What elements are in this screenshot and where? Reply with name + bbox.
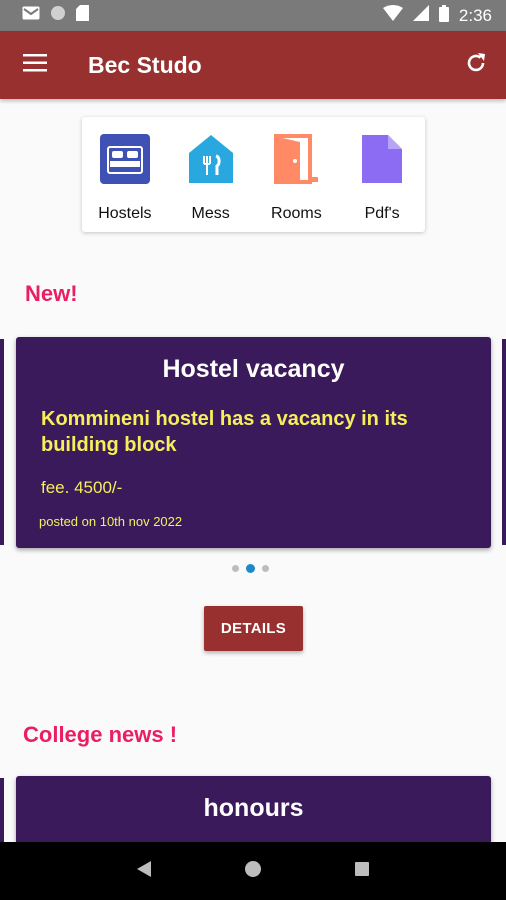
bed-icon	[99, 133, 151, 185]
back-icon	[137, 860, 151, 877]
battery-icon	[438, 4, 449, 27]
college-news-title: College news !	[23, 722, 178, 747]
news-card[interactable]: Hostel vacancy Kommineni hostel has a va…	[16, 337, 491, 548]
card-title: honours	[203, 794, 304, 822]
card-message: Kommineni hostel has a vacancy in its bu…	[41, 408, 408, 456]
circle-status-icon	[50, 5, 66, 26]
card-title: Hostel vacancy	[162, 355, 345, 383]
college-news-card[interactable]: honours	[16, 776, 491, 846]
refresh-button[interactable]	[446, 31, 506, 99]
details-button[interactable]: DETAILS	[204, 606, 303, 651]
gmail-icon	[22, 6, 40, 25]
carousel-dot[interactable]	[232, 565, 239, 572]
card-fee: fee. 4500/-	[41, 478, 123, 497]
previous-card-peek[interactable]	[0, 339, 4, 545]
category-rooms[interactable]: Rooms	[256, 133, 336, 232]
hamburger-menu-icon	[23, 53, 47, 77]
category-label: Hostels	[98, 205, 152, 222]
navigation-bar	[0, 842, 506, 900]
category-hostels[interactable]: Hostels	[85, 133, 165, 232]
recents-icon	[355, 861, 369, 876]
menu-button[interactable]	[0, 31, 70, 99]
category-mess[interactable]: Mess	[171, 133, 251, 232]
app-bar: Bec Studo	[0, 31, 506, 99]
carousel-dot-active[interactable]	[246, 564, 255, 573]
app-title: Bec Studo	[88, 51, 202, 78]
wifi-icon	[382, 5, 403, 26]
home-icon	[245, 860, 261, 877]
carousel-dot[interactable]	[262, 565, 269, 572]
recents-button[interactable]	[354, 861, 370, 882]
card-posted-date: posted on 10th nov 2022	[39, 514, 183, 529]
carousel-indicator	[232, 564, 269, 573]
next-card-peek[interactable]	[502, 339, 506, 545]
previous-card-peek[interactable]	[0, 778, 4, 842]
sd-card-icon	[76, 5, 89, 26]
category-label: Rooms	[271, 205, 322, 222]
back-button[interactable]	[136, 860, 152, 883]
refresh-icon	[464, 51, 488, 80]
document-icon	[356, 133, 408, 185]
status-bar: 2:36	[0, 0, 506, 31]
restaurant-icon	[185, 133, 237, 185]
category-pdfs[interactable]: Pdf's	[342, 133, 422, 232]
category-panel: Hostels Mess Rooms Pdf's	[82, 117, 425, 232]
status-time: 2:36	[458, 5, 492, 25]
new-section-title: New!	[25, 281, 78, 306]
home-button[interactable]	[244, 860, 262, 883]
category-label: Mess	[191, 205, 230, 222]
signal-icon	[412, 5, 429, 26]
category-label: Pdf's	[364, 205, 400, 222]
door-icon	[270, 133, 322, 185]
